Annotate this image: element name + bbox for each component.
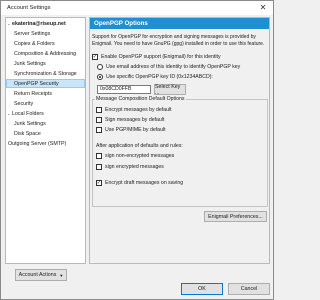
sign-default-label: Sign messages by default (105, 117, 165, 123)
account-actions-label: Account Actions (18, 272, 57, 278)
sidebar-item-label: Composition & Addressing (14, 50, 77, 57)
sidebar-item-openpgp-security[interactable]: OpenPGP Security (6, 79, 85, 88)
radio-use-email[interactable] (97, 64, 103, 70)
sidebar-item-server-settings[interactable]: Server Settings (6, 29, 85, 38)
sign-encrypted-row[interactable]: sign encrypted messages (96, 164, 164, 170)
select-key-button[interactable]: Select Key ... (154, 84, 186, 96)
sign-encrypted-checkbox[interactable] (96, 164, 102, 170)
sidebar-item-composition[interactable]: Composition & Addressing (6, 49, 85, 58)
panel-description: Support for OpenPGP for encryption and s… (92, 34, 265, 47)
enigmail-preferences-button[interactable]: Enigmail Preferences... (204, 211, 267, 222)
radio-use-email-label: Use email address of this identity to id… (106, 64, 241, 70)
encrypt-default-checkbox[interactable] (96, 107, 102, 113)
sidebar-item-sync-storage[interactable]: Synchronization & Storage (6, 69, 85, 78)
sign-nonencrypted-checkbox[interactable] (96, 153, 102, 159)
account-settings-window: Account Settings ✕ ⌄ ekaterina@riseup.ne… (0, 0, 274, 300)
enable-openpgp-label: Enable OpenPGP support (Enigmail) for th… (101, 54, 221, 60)
pgpmime-default-label: Use PGP/MIME by default (105, 127, 166, 133)
sign-encrypted-label: sign encrypted messages (105, 164, 164, 170)
ok-button[interactable]: OK (181, 283, 223, 295)
radio-use-keyid-label: Use specific OpenPGP key ID (0x1234ABCD)… (106, 74, 213, 80)
window-title: Account Settings (7, 5, 51, 11)
account-tree: ⌄ ekaterina@riseup.net Server Settings C… (5, 17, 86, 264)
sign-default-checkbox[interactable] (96, 117, 102, 123)
tree-local-folders-label: Local Folders (12, 110, 44, 117)
sign-nonencrypted-label: sign non-encrypted messages (105, 153, 175, 159)
sidebar-item-label: OpenPGP Security (14, 80, 59, 87)
enable-openpgp-checkbox[interactable]: ✓ (92, 54, 98, 60)
encrypt-drafts-label: Encrypt draft messages on saving (105, 180, 184, 186)
openpgp-options-panel: OpenPGP Options Support for OpenPGP for … (89, 17, 270, 264)
after-rules-label: After application of defaults and rules: (96, 143, 183, 149)
encrypt-drafts-checkbox[interactable]: ✓ (96, 180, 102, 186)
sidebar-item-label: Copies & Folders (14, 40, 55, 47)
sidebar-item-label: Disk Space (14, 130, 41, 137)
radio-use-email-row[interactable]: Use email address of this identity to id… (97, 64, 240, 70)
sign-nonencrypted-row[interactable]: sign non-encrypted messages (96, 153, 174, 159)
sidebar-item-outgoing-server[interactable]: Outgoing Server (SMTP) (6, 139, 85, 148)
composition-defaults-group: Message Composition Default Options Encr… (92, 96, 268, 207)
tree-local-folders[interactable]: ⌄ Local Folders (6, 109, 85, 118)
encrypt-default-row[interactable]: Encrypt messages by default (96, 107, 172, 113)
encrypt-drafts-row[interactable]: ✓ Encrypt draft messages on saving (96, 180, 183, 186)
cancel-button[interactable]: Cancel (228, 283, 270, 295)
group-title: Message Composition Default Options (95, 96, 186, 102)
sidebar-item-local-junk[interactable]: Junk Settings (6, 119, 85, 128)
sidebar-item-label: Junk Settings (14, 120, 46, 127)
sidebar-item-copies-folders[interactable]: Copies & Folders (6, 39, 85, 48)
title-bar: Account Settings ✕ (1, 1, 273, 15)
sidebar-item-label: Junk Settings (14, 60, 46, 67)
sign-default-row[interactable]: Sign messages by default (96, 117, 164, 123)
radio-use-keyid[interactable] (97, 74, 103, 80)
encrypt-default-label: Encrypt messages by default (105, 107, 172, 113)
sidebar-item-label: Outgoing Server (SMTP) (8, 140, 67, 147)
panel-header: OpenPGP Options (90, 18, 269, 29)
sidebar-item-security[interactable]: Security (6, 99, 85, 108)
radio-use-keyid-row[interactable]: Use specific OpenPGP key ID (0x1234ABCD)… (97, 74, 213, 80)
sidebar-item-label: Synchronization & Storage (14, 70, 77, 77)
sidebar-item-junk-settings[interactable]: Junk Settings (6, 59, 85, 68)
key-id-field[interactable]: 0x08CD0FFB (97, 85, 151, 94)
pgpmime-default-checkbox[interactable] (96, 127, 102, 133)
sidebar-item-disk-space[interactable]: Disk Space (6, 129, 85, 138)
enable-openpgp-row[interactable]: ✓ Enable OpenPGP support (Enigmail) for … (92, 54, 221, 60)
close-icon[interactable]: ✕ (258, 3, 268, 13)
pgpmime-default-row[interactable]: Use PGP/MIME by default (96, 127, 166, 133)
sidebar-item-label: Server Settings (14, 30, 51, 37)
sidebar-item-label: Security (14, 100, 34, 107)
sidebar-item-return-receipts[interactable]: Return Receipts (6, 89, 85, 98)
chevron-down-icon: ▼ (59, 272, 64, 278)
tree-account-label: ekaterina@riseup.net (12, 20, 66, 27)
sidebar-item-label: Return Receipts (14, 90, 52, 97)
account-actions-button[interactable]: Account Actions ▼ (15, 269, 67, 281)
tree-account[interactable]: ⌄ ekaterina@riseup.net (6, 19, 85, 28)
